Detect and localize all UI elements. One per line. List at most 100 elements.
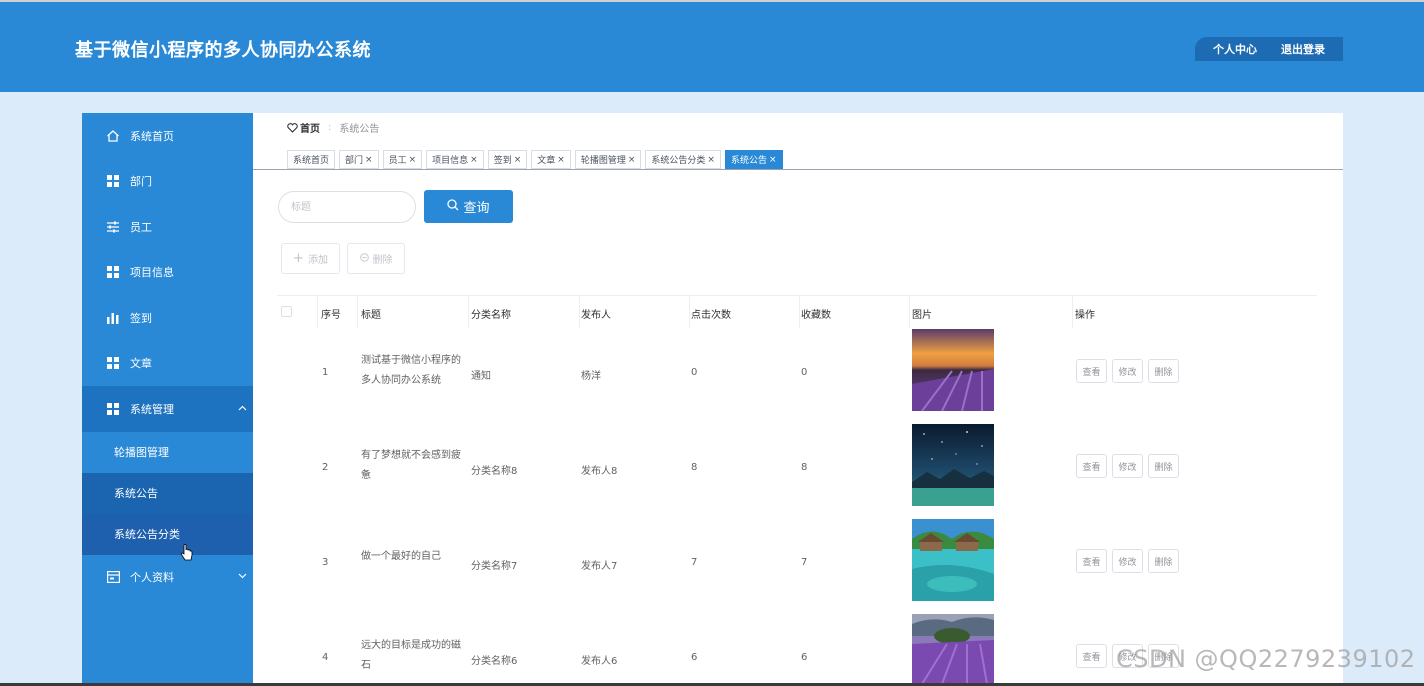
breadcrumb: 首页 : 系统公告 xyxy=(287,120,379,135)
tab-announcement-category[interactable]: 系统公告分类 × xyxy=(645,150,721,169)
column-divider xyxy=(1072,296,1073,328)
top-bar: 基于微信小程序的多人协同办公系统 个人中心 退出登录 xyxy=(0,0,1424,92)
logout-link[interactable]: 退出登录 xyxy=(1281,41,1325,57)
top-actions: 个人中心 退出登录 xyxy=(1195,37,1343,61)
submenu-item-carousel[interactable]: 轮播图管理 xyxy=(82,431,253,473)
tab-label: 签到 xyxy=(493,156,512,166)
tab-article[interactable]: 文章 × xyxy=(531,150,571,169)
breadcrumb-home[interactable]: 首页 xyxy=(287,120,320,135)
close-icon[interactable]: × xyxy=(409,155,417,165)
right-gutter xyxy=(1343,92,1424,686)
cell-clicks: 8 xyxy=(691,462,698,473)
column-divider xyxy=(357,296,358,328)
sidebar-item-label: 系统首页 xyxy=(130,129,174,143)
delete-button-label: 删除 xyxy=(372,255,393,266)
batch-delete-button[interactable]: 删除 xyxy=(347,243,405,274)
title-search-input[interactable] xyxy=(278,191,416,223)
tab-system-home[interactable]: 系统首页 xyxy=(287,150,336,169)
column-divider xyxy=(909,296,910,328)
sidebar-item-signin[interactable]: 签到 xyxy=(82,295,253,341)
cell-publisher: 发布人6 xyxy=(581,656,618,667)
edit-button[interactable]: 修改 xyxy=(1112,549,1143,573)
select-all-checkbox[interactable] xyxy=(281,306,292,317)
sliders-icon xyxy=(106,220,120,234)
header-category: 分类名称 xyxy=(471,310,511,321)
close-icon[interactable]: × xyxy=(707,155,715,165)
tab-signin[interactable]: 签到 × xyxy=(487,150,528,169)
edit-button[interactable]: 修改 xyxy=(1112,359,1143,383)
tab-announcement[interactable]: 系统公告 × xyxy=(724,150,783,169)
close-icon[interactable]: × xyxy=(514,155,522,165)
view-button[interactable]: 查看 xyxy=(1076,644,1107,668)
sidebar-item-project[interactable]: 项目信息 xyxy=(82,250,253,296)
column-divider xyxy=(317,296,318,328)
sidebar: 系统首页 部门 员工 项目信息 签到 文章 系统管理 轮播图管理 系统公告 系统… xyxy=(82,113,253,686)
tab-label: 系统公告 xyxy=(730,156,767,166)
lavender-field-image xyxy=(912,614,994,684)
tab-carousel[interactable]: 轮播图管理 × xyxy=(574,150,642,169)
delete-button[interactable]: 删除 xyxy=(1148,359,1179,383)
sidebar-item-article[interactable]: 文章 xyxy=(82,341,253,387)
cell-clicks: 7 xyxy=(691,557,698,568)
tab-employee[interactable]: 员工 × xyxy=(382,150,423,169)
view-button[interactable]: 查看 xyxy=(1076,549,1107,573)
personal-center-link[interactable]: 个人中心 xyxy=(1213,41,1257,57)
cell-favorites: 0 xyxy=(801,367,808,378)
cell-category: 通知 xyxy=(471,371,491,382)
cell-publisher: 发布人7 xyxy=(581,561,618,572)
breadcrumb-separator: : xyxy=(328,122,332,133)
app-title: 基于微信小程序的多人协同办公系统 xyxy=(75,40,371,61)
column-divider xyxy=(468,296,469,328)
chevron-down-icon xyxy=(238,572,247,582)
tab-label: 轮播图管理 xyxy=(580,156,626,166)
announcement-table: 序号 标题 分类名称 发布人 点击次数 收藏数 图片 操作 1 测试基于微信小程… xyxy=(277,295,1317,686)
tab-label: 部门 xyxy=(345,156,364,166)
close-icon[interactable]: × xyxy=(628,155,636,165)
grid-icon xyxy=(106,174,120,188)
row-operations: 查看 修改 删除 xyxy=(1076,359,1184,383)
submenu-item-announcement-category[interactable]: 系统公告分类 xyxy=(82,513,253,555)
cell-index: 2 xyxy=(322,462,329,473)
grid-icon xyxy=(106,265,120,279)
table-header: 序号 标题 分类名称 发布人 点击次数 收藏数 图片 操作 xyxy=(277,295,1317,328)
close-icon[interactable]: × xyxy=(470,155,478,165)
breadcrumb-home-label: 首页 xyxy=(300,124,320,135)
sidebar-item-system-management[interactable]: 系统管理 xyxy=(82,386,253,432)
main-panel: 首页 : 系统公告 系统首页 部门 × 员工 × 项目信息 × 签到 × 文章 × 轮播图… xyxy=(253,113,1343,686)
view-button[interactable]: 查看 xyxy=(1076,359,1107,383)
cell-favorites: 6 xyxy=(801,652,808,663)
close-icon[interactable]: × xyxy=(365,155,373,165)
table-row: 3 做一个最好的自己 分类名称7 发布人7 7 7 查看 修改 删除 xyxy=(277,517,1317,612)
sidebar-item-home[interactable]: 系统首页 xyxy=(82,113,253,159)
search-button[interactable]: 查询 xyxy=(424,190,513,223)
delete-circle-icon xyxy=(359,252,369,265)
tab-label: 员工 xyxy=(388,156,407,166)
column-divider xyxy=(799,296,800,328)
sidebar-item-department[interactable]: 部门 xyxy=(82,159,253,205)
delete-button[interactable]: 删除 xyxy=(1148,454,1179,478)
tab-project[interactable]: 项目信息 × xyxy=(426,150,484,169)
sidebar-item-profile[interactable]: 个人资料 xyxy=(82,555,253,601)
delete-button[interactable]: 删除 xyxy=(1148,549,1179,573)
view-button[interactable]: 查看 xyxy=(1076,454,1107,478)
row-operations: 查看 修改 删除 xyxy=(1076,454,1184,478)
close-icon[interactable]: × xyxy=(557,155,565,165)
sidebar-item-employee[interactable]: 员工 xyxy=(82,204,253,250)
hand-cursor-icon xyxy=(181,544,193,561)
cell-title: 做一个最好的自己 xyxy=(361,551,441,562)
submenu-item-announcement[interactable]: 系统公告 xyxy=(82,473,253,514)
header-favorites: 收藏数 xyxy=(801,310,831,321)
cell-title: 远大的目标是成功的磁石 xyxy=(361,640,461,671)
breadcrumb-current: 系统公告 xyxy=(339,124,380,135)
table-row: 2 有了梦想就不会感到疲惫 分类名称8 发布人8 8 8 查看 修改 删除 xyxy=(277,422,1317,517)
close-icon[interactable]: × xyxy=(769,155,777,165)
tabs-bar: 系统首页 部门 × 员工 × 项目信息 × 签到 × 文章 × 轮播图管理 × 系统公告分类… xyxy=(287,150,787,169)
tab-label: 文章 xyxy=(537,156,556,166)
tab-department[interactable]: 部门 × xyxy=(339,150,379,169)
edit-button[interactable]: 修改 xyxy=(1112,454,1143,478)
tab-label: 项目信息 xyxy=(432,156,469,166)
add-button[interactable]: + 添加 xyxy=(281,243,340,274)
tab-label: 系统首页 xyxy=(293,156,330,166)
watermark: CSDN @QQ2279239102 xyxy=(1116,645,1416,673)
grid-icon xyxy=(106,356,120,370)
